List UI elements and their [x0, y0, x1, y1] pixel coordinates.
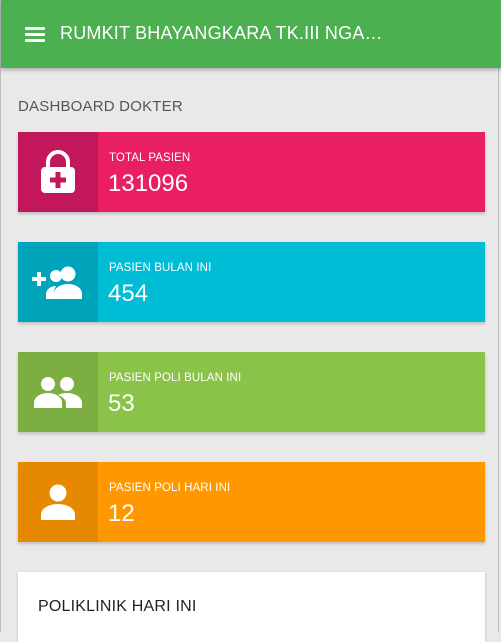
poliklinik-title: POLIKLINIK HARI INI	[38, 598, 197, 615]
card-value: 12	[108, 500, 135, 527]
app-frame: RUMKIT BHAYANGKARA TK.III NGANJ... DASHB…	[0, 0, 501, 642]
page-title: DASHBOARD DOKTER	[18, 98, 183, 115]
lock-plus-icon	[18, 132, 98, 212]
total-pasien-card[interactable]: TOTAL PASIEN 131096	[18, 132, 485, 212]
top-app-bar: RUMKIT BHAYANGKARA TK.III NGANJ...	[1, 0, 501, 68]
card-label: PASIEN POLI HARI INI	[109, 482, 231, 494]
menu-icon[interactable]	[25, 26, 45, 42]
card-value: 53	[108, 390, 135, 417]
pasien-poli-hari-ini-card[interactable]: PASIEN POLI HARI INI 12	[18, 462, 485, 542]
pasien-poli-bulan-ini-card[interactable]: PASIEN POLI BULAN INI 53	[18, 352, 485, 432]
pasien-bulan-ini-card[interactable]: PASIEN BULAN INI 454	[18, 242, 485, 322]
person-icon	[18, 462, 98, 542]
card-label: PASIEN POLI BULAN INI	[109, 372, 242, 384]
card-value: 454	[108, 280, 149, 307]
card-label: PASIEN BULAN INI	[109, 262, 212, 274]
card-value: 131096	[108, 170, 189, 197]
card-label: TOTAL PASIEN	[109, 152, 191, 164]
people-icon	[18, 352, 98, 432]
app-title: RUMKIT BHAYANGKARA TK.III NGANJ...	[60, 23, 390, 43]
group-add-icon	[18, 242, 98, 322]
